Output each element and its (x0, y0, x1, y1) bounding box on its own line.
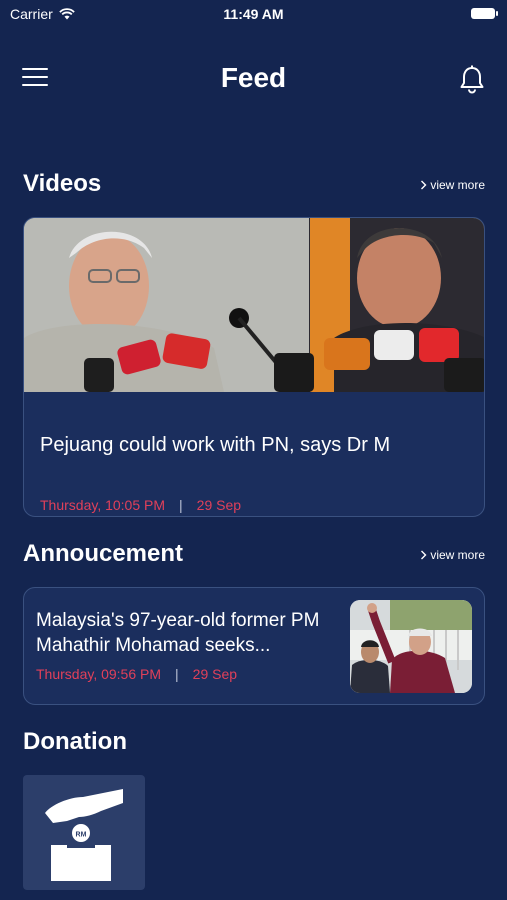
donation-tile[interactable]: RM (23, 775, 145, 890)
announcement-card-meta: Thursday, 09:56 PM | 29 Sep (36, 666, 237, 682)
nav-header: Feed (0, 56, 507, 102)
announcement-card-day-time: Thursday, 09:56 PM (36, 666, 162, 682)
videos-view-more-link[interactable]: view more (420, 178, 485, 192)
page-title: Feed (220, 62, 287, 93)
donation-section-title: Donation (23, 728, 127, 755)
chevron-right-icon (421, 550, 427, 560)
view-more-label: view more (430, 548, 485, 562)
status-time: 11:49 AM (223, 6, 284, 22)
video-card-day-time: Thursday, 10:05 PM (40, 497, 166, 513)
battery-icon (471, 8, 498, 19)
announcement-thumbnail (350, 600, 472, 693)
video-card-meta: Thursday, 10:05 PM | 29 Sep (40, 497, 241, 513)
announcement-card-date: 29 Sep (192, 666, 238, 682)
video-thumbnail (24, 218, 484, 392)
donation-box-icon: RM (45, 789, 123, 881)
video-card-title: Pejuang could work with PN, says Dr M (40, 434, 391, 456)
meta-separator: | (179, 497, 183, 513)
meta-separator: | (175, 666, 179, 682)
coin-label: RM (76, 832, 87, 839)
view-more-label: view more (430, 178, 485, 192)
announcement-section-title: Annoucement (23, 540, 184, 567)
status-bar: Carrier 11:49 AM (0, 0, 507, 28)
video-card-date: 29 Sep (196, 497, 242, 513)
hamburger-icon[interactable] (22, 68, 48, 90)
announcement-card[interactable]: Malaysia's 97-year-old former PM Mahathi… (23, 587, 485, 705)
video-thumbnail-photo (24, 218, 484, 392)
announcement-card-title: Malaysia's 97-year-old former PM Mahathi… (36, 610, 320, 656)
bell-icon[interactable] (457, 64, 487, 96)
announcement-thumbnail-photo (350, 600, 472, 693)
chevron-right-icon (421, 180, 427, 190)
video-card[interactable]: Pejuang could work with PN, says Dr M Th… (23, 217, 485, 517)
announcement-view-more-link[interactable]: view more (420, 548, 485, 562)
videos-section-title: Videos (23, 170, 102, 197)
